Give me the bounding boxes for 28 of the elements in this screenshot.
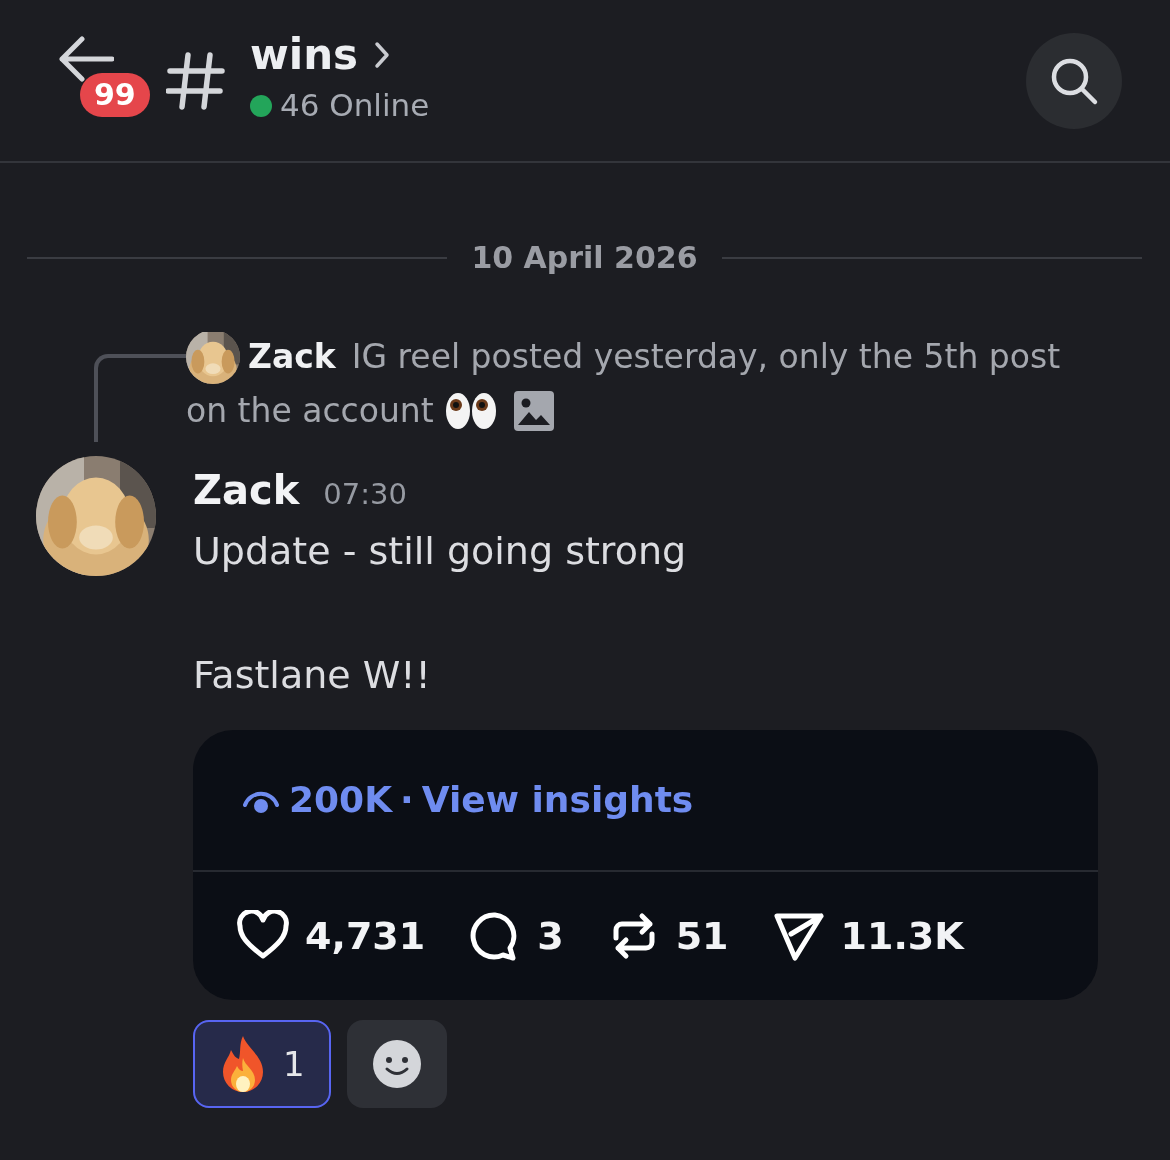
back-arrow-icon[interactable] [58, 35, 114, 82]
message-time: 07:30 [323, 476, 407, 513]
date-divider: 10 April 2026 [471, 239, 698, 277]
smiley-icon [371, 1039, 422, 1089]
reaction-button[interactable]: 1 [193, 1020, 331, 1108]
unread-badge: 99 [80, 72, 150, 117]
send-icon[interactable] [772, 910, 825, 962]
eyes-icon [443, 391, 498, 431]
view-count: 200K [289, 778, 393, 822]
shares-count: 11.3K [840, 912, 964, 960]
online-count: 46 Online [280, 86, 430, 126]
reply-text: on the account [186, 390, 434, 432]
add-reaction-button[interactable] [346, 1020, 447, 1108]
message-text: Update - still going strong [193, 528, 688, 575]
likes-count: 4,731 [305, 912, 426, 960]
channel-name[interactable]: wins [250, 32, 359, 79]
chevron-icon [374, 41, 391, 70]
reply-author[interactable]: Zack [248, 330, 336, 384]
message-text: Fastlane W!! [193, 652, 432, 699]
online-dot [250, 94, 272, 117]
author-name[interactable]: Zack [193, 460, 300, 520]
reposts-count: 51 [675, 912, 729, 960]
image-icon [513, 391, 554, 431]
hashtag-icon [166, 50, 226, 111]
comments-count: 3 [537, 912, 564, 960]
insights-link[interactable]: View insights [421, 773, 694, 827]
separator-dot: · [400, 778, 414, 822]
reply-text: IG reel posted yesterday, only the 5th post [351, 336, 1061, 378]
